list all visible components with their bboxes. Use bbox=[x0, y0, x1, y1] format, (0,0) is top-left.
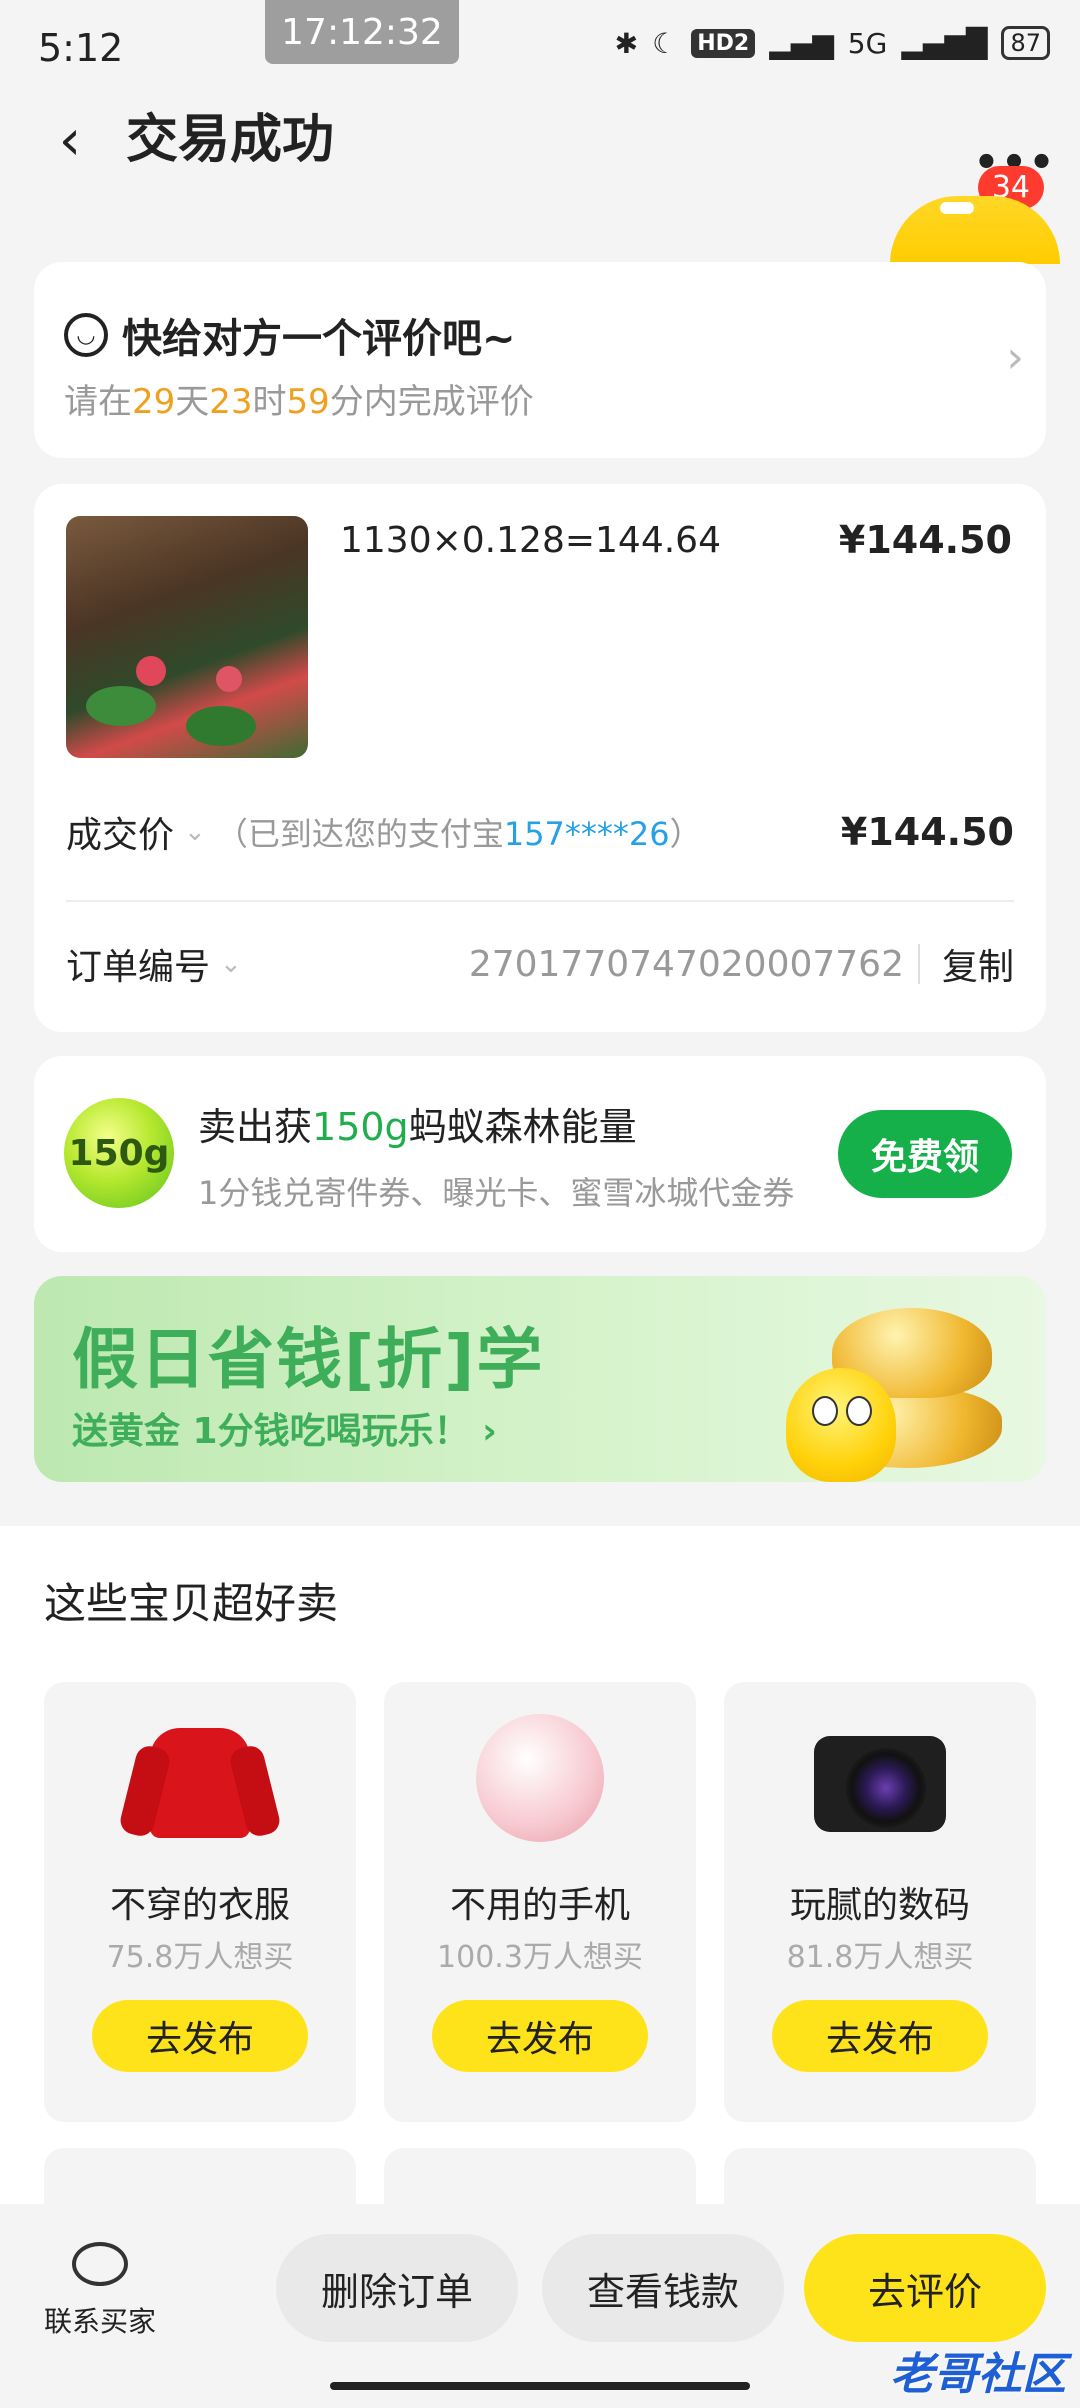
energy-title-suffix: 蚂蚁森林能量 bbox=[408, 1105, 637, 1149]
status-icons: ✱ ☾ HD2 ▂▄▆ 5G ▂▄▆█ 87 bbox=[615, 26, 1050, 60]
order-card: 1130×0.128=144.64 ¥144.50 成交价 ⌄ （已到达您的支付… bbox=[34, 484, 1046, 1032]
status-bar: 5:12 17:12:32 ✱ ☾ HD2 ▂▄▆ 5G ▂▄▆█ 87 bbox=[0, 0, 1080, 90]
deal-price-label: 成交价 bbox=[66, 815, 175, 856]
energy-title: 卖出获150g蚂蚁森林能量 bbox=[198, 1096, 637, 1151]
deal-note-suffix: ） bbox=[669, 815, 702, 853]
network-label: 5G bbox=[847, 26, 888, 60]
publish-button[interactable]: 去发布 bbox=[92, 2000, 308, 2072]
bluetooth-icon: ✱ bbox=[614, 26, 639, 60]
review-title-row: ◡ 快给对方一个评价吧~ bbox=[64, 306, 516, 364]
divider bbox=[66, 900, 1014, 902]
publish-button[interactable]: 去发布 bbox=[772, 2000, 988, 2072]
phone-icon bbox=[470, 1708, 610, 1848]
order-number-row: 订单编号 ⌄ 2701770747020007762 复制 bbox=[66, 934, 1014, 994]
tile-name: 玩腻的数码 bbox=[789, 1885, 970, 1926]
smiley-icon: ◡ bbox=[64, 313, 108, 357]
countdown-prefix: 请在 bbox=[64, 382, 132, 422]
deal-price-value: ¥144.50 bbox=[840, 810, 1014, 854]
page-title: 交易成功 bbox=[126, 110, 335, 170]
signal-icon: ▂▄▆ bbox=[769, 26, 834, 60]
signal-icon-2: ▂▄▆█ bbox=[901, 26, 988, 60]
promo-subtitle: 送黄金 1分钱吃喝玩乐！ › bbox=[72, 1411, 497, 1452]
countdown-hours: 23 bbox=[209, 382, 253, 422]
delete-order-button[interactable]: 删除订单 bbox=[276, 2234, 518, 2342]
status-time: 5:12 bbox=[38, 26, 124, 70]
separator bbox=[918, 944, 920, 984]
tile-demand: 81.8万人想买 bbox=[786, 1940, 974, 1975]
section-title: 这些宝贝超好卖 bbox=[44, 1579, 339, 1628]
go-review-button[interactable]: 去评价 bbox=[804, 2234, 1046, 2342]
item-thumbnail[interactable] bbox=[66, 516, 308, 758]
energy-ball-icon: 150g bbox=[64, 1098, 174, 1208]
alipay-account: 157****26 bbox=[503, 815, 670, 853]
order-number-value: 2701770747020007762 bbox=[468, 943, 904, 985]
contact-buyer-button[interactable]: 联系买家 bbox=[40, 2242, 160, 2340]
order-number-label: 订单编号 bbox=[66, 947, 211, 988]
tile-digital[interactable]: 玩腻的数码 81.8万人想买 去发布 bbox=[724, 1682, 1036, 2122]
battery-icon: 87 bbox=[1001, 26, 1050, 60]
tile-clothes[interactable]: 不穿的衣服 75.8万人想买 去发布 bbox=[44, 1682, 356, 2122]
hd-badge: HD2 bbox=[691, 28, 756, 58]
deal-price-row[interactable]: 成交价 ⌄ （已到达您的支付宝157****26） ¥144.50 bbox=[66, 802, 1014, 862]
tile-name: 不穿的衣服 bbox=[109, 1885, 290, 1926]
countdown-minutes: 59 bbox=[286, 382, 330, 422]
sweater-icon bbox=[130, 1708, 270, 1848]
promo-banner[interactable]: 假日省钱[折]学 送黄金 1分钱吃喝玩乐！ › bbox=[34, 1276, 1046, 1482]
screenshot-timestamp: 17:12:32 bbox=[265, 0, 459, 64]
review-title: 快给对方一个评价吧~ bbox=[122, 316, 516, 362]
mascot-peek-image bbox=[890, 196, 1060, 264]
moon-icon: ☾ bbox=[652, 26, 678, 60]
back-button[interactable]: ‹ bbox=[40, 100, 100, 180]
chevron-down-icon: ⌄ bbox=[184, 817, 206, 847]
countdown-days: 29 bbox=[132, 382, 176, 422]
energy-title-highlight: 150g bbox=[312, 1105, 409, 1149]
chevron-left-icon: ‹ bbox=[58, 107, 82, 173]
deal-note-prefix: （已到达您的支付宝 bbox=[215, 815, 504, 853]
claim-free-button[interactable]: 免费领 bbox=[838, 1110, 1012, 1198]
tile-demand: 75.8万人想买 bbox=[106, 1940, 294, 1975]
energy-subtitle: 1分钱兑寄件券、曝光卡、蜜雪冰城代金券 bbox=[198, 1174, 795, 1212]
home-indicator[interactable] bbox=[330, 2382, 750, 2390]
tile-demand: 100.3万人想买 bbox=[437, 1940, 643, 1975]
hot-items-section: 这些宝贝超好卖 不穿的衣服 75.8万人想买 去发布 不用的手机 100.3万人… bbox=[0, 1526, 1080, 2228]
tile-name: 不用的手机 bbox=[449, 1885, 630, 1926]
countdown-hours-unit: 时 bbox=[252, 382, 287, 422]
watermark: 老哥社区 bbox=[890, 2349, 1066, 2400]
item-price: ¥144.50 bbox=[838, 518, 1012, 562]
countdown-suffix: 分内完成评价 bbox=[329, 382, 534, 422]
tile-phone[interactable]: 不用的手机 100.3万人想买 去发布 bbox=[384, 1682, 696, 2122]
review-countdown: 请在29天23时59分内完成评价 bbox=[64, 374, 534, 423]
energy-title-prefix: 卖出获 bbox=[198, 1105, 313, 1149]
chat-bubble-icon bbox=[72, 2242, 128, 2286]
countdown-days-unit: 天 bbox=[175, 382, 210, 422]
deal-note: （已到达您的支付宝157****26） bbox=[216, 809, 702, 855]
forest-energy-card: 150g 卖出获150g蚂蚁森林能量 1分钱兑寄件券、曝光卡、蜜雪冰城代金券 免… bbox=[34, 1056, 1046, 1252]
mascot-icon bbox=[786, 1368, 896, 1482]
review-reminder-card[interactable]: ◡ 快给对方一个评价吧~ 请在29天23时59分内完成评价 › bbox=[34, 262, 1046, 458]
chevron-right-icon: › bbox=[1006, 332, 1024, 383]
promo-title: 假日省钱[折]学 bbox=[72, 1321, 545, 1398]
contact-buyer-label: 联系买家 bbox=[43, 2305, 156, 2338]
item-title[interactable]: 1130×0.128=144.64 bbox=[340, 520, 721, 561]
chevron-down-icon[interactable]: ⌄ bbox=[220, 949, 242, 979]
camera-icon bbox=[810, 1708, 950, 1848]
publish-button[interactable]: 去发布 bbox=[432, 2000, 648, 2072]
copy-button[interactable]: 复制 bbox=[942, 938, 1014, 990]
view-money-button[interactable]: 查看钱款 bbox=[542, 2234, 784, 2342]
page-header: ‹ 交易成功 ••• 34 bbox=[0, 90, 1080, 209]
